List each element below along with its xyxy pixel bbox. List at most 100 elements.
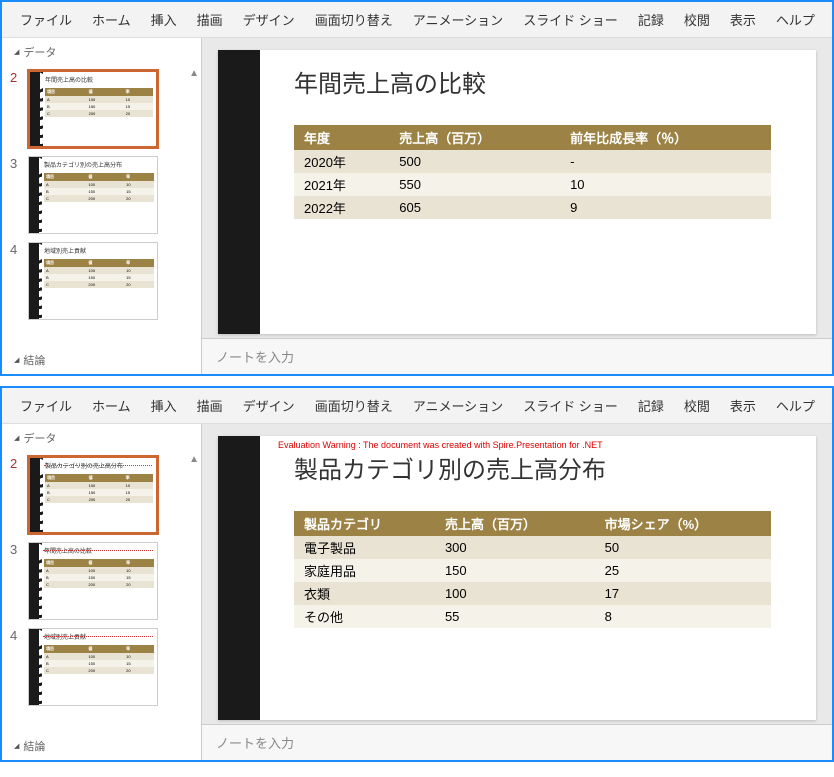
table-cell: 9 — [560, 196, 771, 219]
menu-item[interactable]: スライド ショー — [513, 6, 628, 33]
table-row: 2020年500- — [294, 150, 771, 173]
notes-input[interactable]: ノートを入力 — [202, 338, 832, 374]
menu-item[interactable]: Acrobat — [825, 6, 834, 33]
slide-preview[interactable]: 地域別売上貢献 項目値率A10010B15015C20020 — [28, 628, 158, 706]
table-cell: その他 — [294, 605, 435, 628]
change-marker — [44, 465, 152, 466]
slide-number: 3 — [10, 156, 22, 171]
slide-preview[interactable]: 年間売上高の比較 項目値率A10010B15015C20020 — [28, 542, 158, 620]
scroll-up-icon[interactable]: ▲ — [189, 454, 199, 465]
work-area: データ ▲ 2 年間売上高の比較 項目値率A10010B15015C20020 … — [2, 38, 832, 374]
table-cell: 55 — [435, 605, 595, 628]
table-cell: 2022年 — [294, 196, 389, 219]
menu-item[interactable]: ヘルプ — [766, 6, 825, 33]
table-header: 年度 — [294, 125, 389, 150]
slide-canvas[interactable]: Evaluation Warning : The document was cr… — [218, 436, 816, 720]
outline-section-toggle[interactable]: データ — [2, 424, 201, 452]
slide-canvas-wrap: Evaluation Warning : The document was cr… — [202, 424, 832, 724]
table-row: 2021年55010 — [294, 173, 771, 196]
conclusion-section-toggle[interactable]: 結論 — [14, 352, 45, 368]
menu-item[interactable]: 表示 — [720, 392, 766, 419]
table-cell: 17 — [595, 582, 771, 605]
menu-item[interactable]: デザイン — [233, 392, 305, 419]
menu-item[interactable]: ファイル — [10, 392, 82, 419]
slide-canvas[interactable]: 年間売上高の比較 年度売上高（百万）前年比成長率（％）2020年500-2021… — [218, 50, 816, 334]
table-row: 2022年6059 — [294, 196, 771, 219]
slide-decoration — [30, 72, 40, 146]
slide-number: 2 — [10, 70, 22, 85]
table-row: その他558 — [294, 605, 771, 628]
slide-thumbnail[interactable]: 3 製品カテゴリ別の売上高分布 項目値率A10010B15015C20020 — [2, 152, 201, 238]
menu-item[interactable]: デザイン — [233, 6, 305, 33]
thumb-title: 地域別売上貢献 — [44, 246, 154, 255]
table-header: 売上高（百万） — [389, 125, 560, 150]
work-area: データ ▲ 2 製品カテゴリ別の売上高分布 項目値率A10010B15015C2… — [2, 424, 832, 760]
menu-item[interactable]: 挿入 — [141, 392, 187, 419]
table-cell: 家庭用品 — [294, 559, 435, 582]
notes-input[interactable]: ノートを入力 — [202, 724, 832, 760]
menu-item[interactable]: ホーム — [82, 392, 141, 419]
menu-item[interactable]: ホーム — [82, 6, 141, 33]
slide-title[interactable]: 製品カテゴリ別の売上高分布 — [294, 450, 796, 485]
slide-number: 3 — [10, 542, 22, 557]
menu-item[interactable]: Acrobat — [825, 392, 834, 419]
slide-thumbnail[interactable]: 2 製品カテゴリ別の売上高分布 項目値率A10010B15015C20020 — [2, 452, 201, 538]
slide-thumbnail[interactable]: 3 年間売上高の比較 項目値率A10010B15015C20020 — [2, 538, 201, 624]
slide-title[interactable]: 年間売上高の比較 — [294, 64, 796, 99]
table-header: 前年比成長率（％） — [560, 125, 771, 150]
change-marker — [43, 636, 153, 637]
table-cell: 2021年 — [294, 173, 389, 196]
menu-item[interactable]: アニメーション — [403, 6, 513, 33]
slide-preview[interactable]: 製品カテゴリ別の売上高分布 項目値率A10010B15015C20020 — [28, 156, 158, 234]
main-area: 年間売上高の比較 年度売上高（百万）前年比成長率（％）2020年500-2021… — [202, 38, 832, 374]
menu-item[interactable]: ヘルプ — [766, 392, 825, 419]
slide-decoration — [218, 50, 260, 334]
table-header: 市場シェア（%） — [595, 511, 771, 536]
table-row: 家庭用品15025 — [294, 559, 771, 582]
menu-item[interactable]: 表示 — [720, 6, 766, 33]
app-window: ファイルホーム挿入描画デザイン画面切り替えアニメーションスライド ショー記録校閲… — [0, 0, 834, 376]
menu-item[interactable]: ファイル — [10, 6, 82, 33]
menu-item[interactable]: 校閲 — [674, 392, 720, 419]
slide-decoration — [29, 543, 39, 619]
conclusion-section-toggle[interactable]: 結論 — [14, 738, 45, 754]
menu-bar: ファイルホーム挿入描画デザイン画面切り替えアニメーションスライド ショー記録校閲… — [2, 2, 832, 38]
menu-item[interactable]: スライド ショー — [513, 392, 628, 419]
slide-panel: データ ▲ 2 製品カテゴリ別の売上高分布 項目値率A10010B15015C2… — [2, 424, 202, 760]
table-row: 電子製品30050 — [294, 536, 771, 559]
scroll-up-icon[interactable]: ▲ — [189, 68, 199, 79]
data-table: 製品カテゴリ売上高（百万）市場シェア（%）電子製品30050家庭用品15025衣… — [294, 511, 771, 628]
slide-number: 4 — [10, 242, 22, 257]
slide-thumbnail[interactable]: 2 年間売上高の比較 項目値率A10010B15015C20020 — [2, 66, 201, 152]
thumb-title: 製品カテゴリ別の売上高分布 — [44, 160, 154, 169]
slide-decoration — [29, 157, 39, 233]
outline-section-toggle[interactable]: データ — [2, 38, 201, 66]
slide-decoration — [29, 629, 39, 705]
slide-number: 2 — [10, 456, 22, 471]
evaluation-warning: Evaluation Warning : The document was cr… — [278, 440, 603, 450]
slide-preview[interactable]: 地域別売上貢献 項目値率A10010B15015C20020 — [28, 242, 158, 320]
table-cell: 605 — [389, 196, 560, 219]
table-cell: 150 — [435, 559, 595, 582]
menu-item[interactable]: 校閲 — [674, 6, 720, 33]
menu-item[interactable]: 画面切り替え — [305, 6, 403, 33]
slide-preview[interactable]: 製品カテゴリ別の売上高分布 項目値率A10010B15015C20020 — [28, 456, 158, 534]
menu-item[interactable]: 挿入 — [141, 6, 187, 33]
menu-item[interactable]: 画面切り替え — [305, 392, 403, 419]
menu-item[interactable]: 描画 — [187, 6, 233, 33]
table-cell: 25 — [595, 559, 771, 582]
table-header: 製品カテゴリ — [294, 511, 435, 536]
slide-thumbnail[interactable]: 4 地域別売上貢献 項目値率A10010B15015C20020 — [2, 624, 201, 710]
menu-item[interactable]: 記録 — [628, 6, 674, 33]
slide-decoration — [218, 436, 260, 720]
slide-preview[interactable]: 年間売上高の比較 項目値率A10010B15015C20020 — [28, 70, 158, 148]
table-cell: 10 — [560, 173, 771, 196]
data-table: 年度売上高（百万）前年比成長率（％）2020年500-2021年55010202… — [294, 125, 771, 219]
slide-canvas-wrap: 年間売上高の比較 年度売上高（百万）前年比成長率（％）2020年500-2021… — [202, 38, 832, 338]
slide-thumbnail[interactable]: 4 地域別売上貢献 項目値率A10010B15015C20020 — [2, 238, 201, 324]
menu-item[interactable]: 描画 — [187, 392, 233, 419]
slide-decoration — [30, 458, 40, 532]
menu-item[interactable]: 記録 — [628, 392, 674, 419]
table-cell: 電子製品 — [294, 536, 435, 559]
menu-item[interactable]: アニメーション — [403, 392, 513, 419]
